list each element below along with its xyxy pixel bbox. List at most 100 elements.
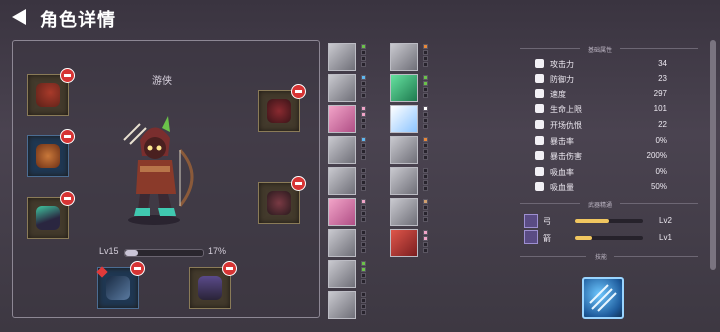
stat-label: 防御力	[550, 75, 574, 84]
skill-level-pips	[423, 106, 428, 130]
gloves-item-icon	[267, 191, 291, 215]
skill-level-pips	[361, 137, 366, 161]
skill-level-pips	[423, 75, 428, 99]
bow-item-icon	[106, 276, 130, 300]
stats-section-title: 基础属性	[588, 48, 613, 54]
skill-level-pips	[423, 199, 428, 223]
equip-slot-gloves[interactable]	[258, 176, 306, 224]
stat-value: 34	[658, 59, 667, 68]
skill-slot[interactable]	[328, 167, 356, 195]
stat-label: 开场仇恨	[550, 121, 582, 130]
boot-icon	[535, 89, 544, 98]
skill-slot[interactable]	[328, 105, 356, 133]
skills-section-title: 技能	[595, 255, 608, 261]
remove-icon[interactable]	[130, 261, 145, 276]
remove-icon[interactable]	[291, 84, 306, 99]
stat-value: 297	[653, 89, 667, 98]
drop-icon	[535, 167, 544, 176]
stat-row-opening-threat: 开场仇恨 22	[535, 118, 667, 133]
skill-slot[interactable]	[328, 229, 356, 257]
weapon-level: Lv1	[659, 233, 672, 242]
skill-level-pips	[423, 168, 428, 192]
stat-row-crit-damage: 暴击伤害 200%	[535, 149, 667, 164]
skill-slot[interactable]	[390, 229, 418, 257]
weapon-progress-bar	[575, 236, 643, 240]
stat-label: 吸血率	[550, 168, 574, 177]
weapons-section-title: 武器精通	[588, 203, 613, 209]
hero-class-name: 游侠	[152, 76, 172, 87]
skill-slot[interactable]	[328, 291, 356, 319]
bow-icon	[524, 214, 538, 228]
weapon-progress-bar	[575, 219, 643, 223]
sword-icon	[535, 59, 544, 68]
stat-row-crit-rate: 暴击率 0%	[535, 134, 667, 149]
ranger-character-sprite	[123, 116, 194, 225]
remove-icon[interactable]	[222, 261, 237, 276]
weapon-progress-fill	[575, 236, 592, 240]
quiver-item-icon	[198, 276, 222, 300]
skill-slot[interactable]	[390, 74, 418, 102]
skill-slot[interactable]	[390, 105, 418, 133]
skill-slot[interactable]	[328, 260, 356, 288]
section-divider	[520, 203, 580, 204]
stat-value: 22	[658, 120, 667, 129]
section-divider	[520, 48, 580, 49]
remove-icon[interactable]	[60, 191, 75, 206]
skill-level-pips	[361, 44, 366, 68]
skill-level-pips	[361, 75, 366, 99]
section-divider	[620, 48, 698, 49]
stat-row-attack: 攻击力 34	[535, 57, 667, 72]
skill-level-pips	[361, 261, 366, 285]
skill-level-pips	[423, 230, 428, 254]
equip-slot-armor[interactable]	[27, 129, 75, 177]
weapon-progress-fill	[575, 219, 609, 223]
remove-icon[interactable]	[60, 129, 75, 144]
section-divider	[614, 256, 698, 257]
xp-percent: 17%	[208, 246, 227, 256]
stat-row-lifesteal-amount: 吸血量 50%	[535, 180, 667, 195]
skill-slot[interactable]	[328, 43, 356, 71]
skull-icon	[535, 120, 544, 129]
remove-icon[interactable]	[291, 176, 306, 191]
shield-icon	[535, 74, 544, 83]
skill-slot[interactable]	[390, 43, 418, 71]
skill-level-pips	[361, 199, 366, 223]
crossed-swords-icon	[535, 136, 544, 145]
stat-value: 0%	[655, 136, 667, 145]
skill-slot[interactable]	[390, 198, 418, 226]
back-arrow-icon[interactable]	[12, 9, 26, 25]
section-divider	[520, 256, 586, 257]
remove-icon[interactable]	[60, 68, 75, 83]
skill-level-pips	[361, 230, 366, 254]
arrow-volley-skill-icon[interactable]	[582, 277, 624, 319]
skill-slot[interactable]	[390, 136, 418, 164]
stat-row-defense: 防御力 23	[535, 72, 667, 87]
skill-slot[interactable]	[328, 198, 356, 226]
equip-slot-accessory[interactable]	[258, 84, 306, 132]
skill-slot[interactable]	[328, 74, 356, 102]
equip-slot-boots[interactable]	[27, 191, 75, 239]
stat-value: 50%	[650, 182, 667, 191]
stat-row-max-hp: 生命上限 101	[535, 102, 667, 117]
equip-slot-helmet[interactable]	[27, 68, 75, 116]
armor-item-icon	[36, 144, 60, 168]
stat-label: 暴击率	[550, 137, 574, 146]
skill-level-pips	[423, 44, 428, 68]
skill-slot[interactable]	[390, 167, 418, 195]
hero-level: Lv15	[99, 246, 119, 256]
page-title: 角色详情	[40, 10, 116, 30]
scrollbar[interactable]	[710, 40, 716, 270]
skill-level-pips	[361, 292, 366, 316]
skill-level-pips	[361, 106, 366, 130]
stat-label: 速度	[550, 90, 566, 99]
xp-bar-fill	[125, 250, 139, 256]
stat-value: 200%	[646, 151, 667, 160]
stat-value: 23	[658, 74, 667, 83]
weapon-level: Lv2	[659, 216, 672, 225]
stat-label: 暴击伤害	[550, 152, 582, 161]
arrow-volley-icon	[589, 284, 617, 312]
equip-slot-quiver[interactable]	[189, 261, 237, 309]
skill-slot[interactable]	[328, 136, 356, 164]
weapon-label: 弓	[543, 217, 551, 226]
stat-value: 101	[653, 104, 667, 113]
